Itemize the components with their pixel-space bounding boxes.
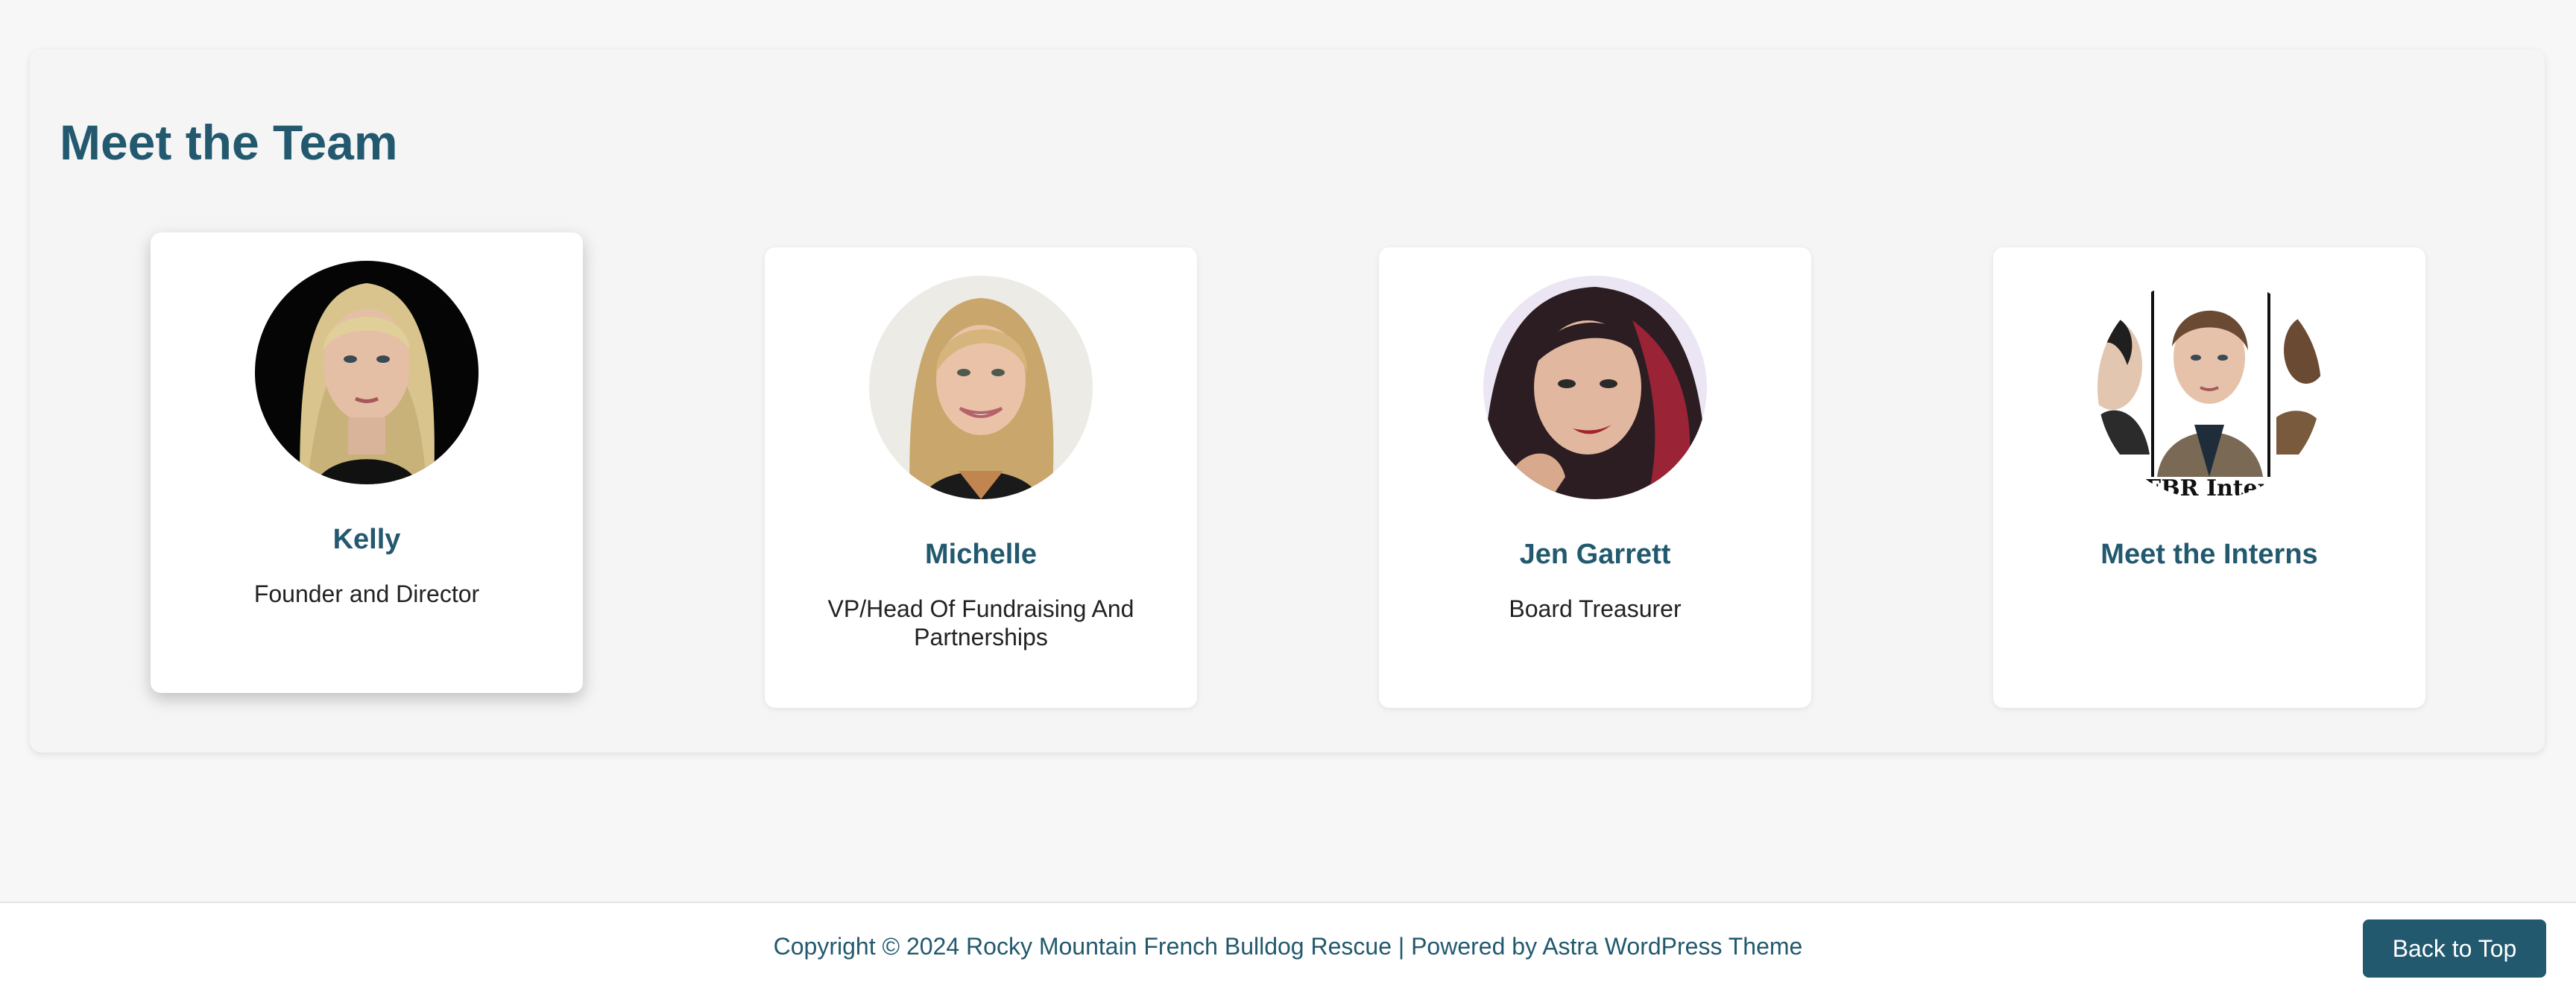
member-name[interactable]: Michelle [765, 538, 1197, 572]
interns-photo[interactable]: MFBR Interns [2097, 276, 2321, 499]
footer-copyright: Copyright © 2024 Rocky Mountain French B… [773, 933, 1803, 960]
kelly-photo[interactable] [255, 261, 479, 484]
member-name[interactable]: Meet the Interns [1993, 538, 2425, 572]
member-role: Board Treasurer [1509, 595, 1682, 622]
back-to-top-button[interactable]: Back to Top [2363, 919, 2546, 978]
team-section: Meet the Team Kelly Founder and Director… [30, 49, 2545, 753]
site-footer: Copyright © 2024 Rocky Mountain French B… [0, 902, 2576, 991]
member-name[interactable]: Jen Garrett [1379, 538, 1811, 572]
section-title: Meet the Team [60, 115, 398, 170]
interns-photo-caption: MFBR Interns [2121, 475, 2299, 499]
member-role: VP/Head Of Fundraising And Partnerships [827, 595, 1134, 651]
team-card-michelle[interactable]: Michelle VP/Head Of Fundraising And Part… [765, 247, 1197, 708]
member-name[interactable]: Kelly [151, 523, 583, 557]
jen-garrett-photo[interactable] [1483, 276, 1707, 499]
team-card-interns[interactable]: MFBR Interns Meet the Interns [1993, 247, 2425, 708]
team-card-jen-garrett[interactable]: Jen Garrett Board Treasurer [1379, 247, 1811, 708]
member-role: Founder and Director [253, 580, 480, 607]
team-card-kelly[interactable]: Kelly Founder and Director [151, 232, 583, 693]
page: Meet the Team Kelly Founder and Director… [0, 0, 2576, 991]
michelle-photo[interactable] [869, 276, 1093, 499]
